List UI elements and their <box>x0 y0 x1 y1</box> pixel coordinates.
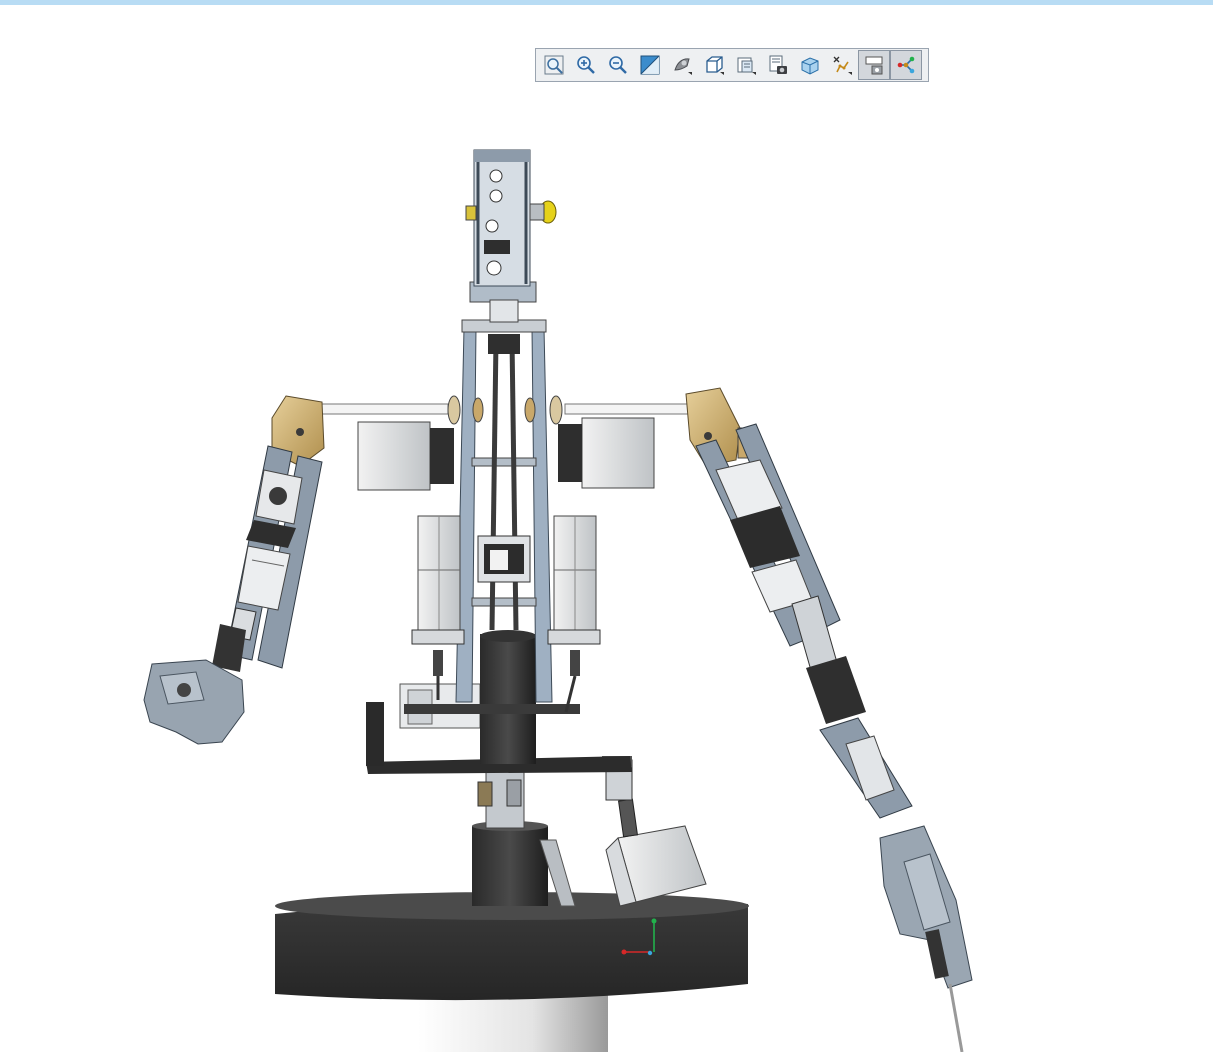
zoom-out-button[interactable] <box>602 50 634 80</box>
shading-button[interactable] <box>666 50 698 80</box>
hip-actuator <box>602 756 707 907</box>
explode-button[interactable] <box>826 50 858 80</box>
named-views-button[interactable] <box>730 50 762 80</box>
zoom-in-icon <box>577 56 595 74</box>
base-disc <box>275 892 749 1001</box>
view-mode-icon <box>706 56 724 75</box>
explode-icon <box>833 56 852 75</box>
fit-all-icon <box>544 55 564 75</box>
view-mode-button[interactable] <box>698 50 730 80</box>
shading-icon <box>674 58 692 75</box>
view-toolbar <box>535 48 929 82</box>
fit-all-button[interactable] <box>538 50 570 80</box>
capture-button[interactable] <box>762 50 794 80</box>
waist-tower <box>472 769 576 907</box>
branch-tree-button[interactable] <box>890 50 922 80</box>
shoulder-assembly <box>317 395 696 491</box>
left-arm <box>143 395 325 745</box>
robot-model[interactable] <box>0 90 1213 1052</box>
window-top-strip <box>0 0 1213 5</box>
cube-view-icon <box>801 57 819 75</box>
zoom-out-icon <box>609 56 627 74</box>
capture-icon <box>769 55 787 74</box>
3d-viewport[interactable] <box>0 90 1213 1052</box>
normal-view-icon <box>640 55 660 75</box>
named-views-icon <box>737 57 756 75</box>
head <box>465 149 557 323</box>
normal-view-button[interactable] <box>634 50 666 80</box>
hide-show-button[interactable] <box>858 50 890 80</box>
branch-tree-icon <box>897 56 915 74</box>
zoom-in-button[interactable] <box>570 50 602 80</box>
cube-view-button[interactable] <box>794 50 826 80</box>
hide-show-icon <box>865 56 883 75</box>
pelvis-plate <box>366 630 632 774</box>
